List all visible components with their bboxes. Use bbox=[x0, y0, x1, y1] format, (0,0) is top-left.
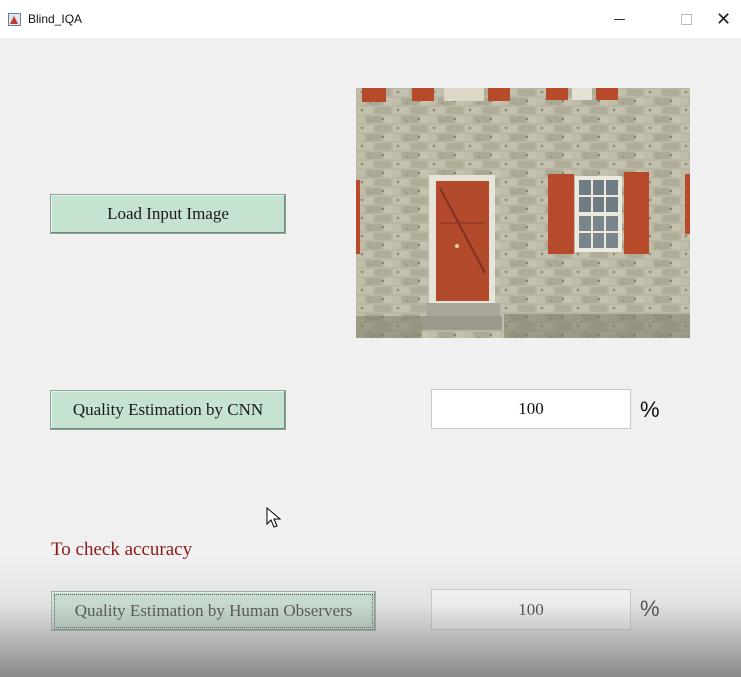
load-input-image-button[interactable]: Load Input Image bbox=[50, 194, 286, 234]
mouse-pointer-icon bbox=[266, 507, 282, 528]
close-icon: ✕ bbox=[715, 9, 732, 29]
title-bar: Blind_IQA ✕ bbox=[0, 0, 741, 38]
human-percent-label: % bbox=[640, 596, 660, 621]
building-photo bbox=[356, 88, 690, 338]
figure-panel: Load Input Image Quality Estimation by C… bbox=[10, 38, 741, 677]
cnn-score-field[interactable]: 100 bbox=[431, 389, 631, 429]
cnn-percent-label: % bbox=[640, 397, 660, 422]
maximize-icon bbox=[680, 13, 692, 25]
minimize-icon bbox=[613, 18, 625, 20]
close-button[interactable]: ✕ bbox=[706, 6, 741, 32]
quality-estimation-cnn-button[interactable]: Quality Estimation by CNN bbox=[50, 390, 286, 430]
matlab-app-icon bbox=[8, 13, 21, 26]
check-accuracy-label: To check accuracy bbox=[51, 539, 193, 560]
app-window: Blind_IQA ✕ Load Input Image Quality Est… bbox=[0, 0, 741, 677]
human-score-field[interactable]: 100 bbox=[431, 589, 631, 630]
input-image-preview bbox=[356, 88, 690, 338]
window-title: Blind_IQA bbox=[28, 12, 83, 26]
maximize-button[interactable] bbox=[664, 6, 708, 32]
minimize-button[interactable] bbox=[597, 6, 641, 32]
quality-estimation-human-button[interactable]: Quality Estimation by Human Observers bbox=[51, 591, 376, 631]
